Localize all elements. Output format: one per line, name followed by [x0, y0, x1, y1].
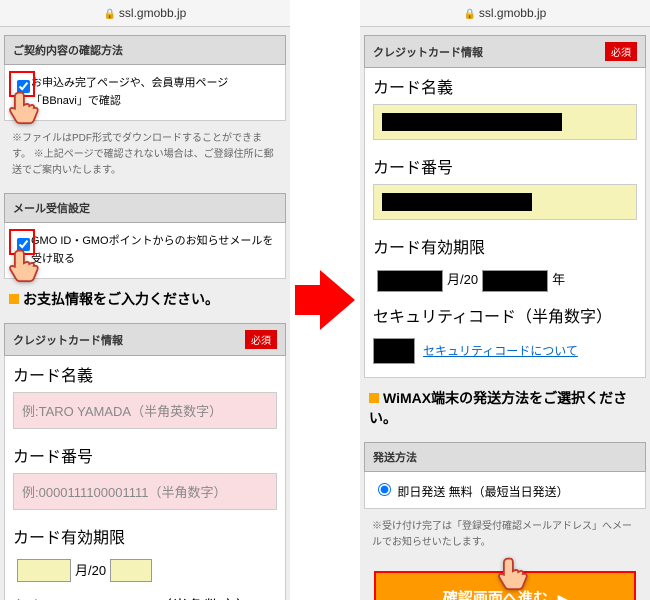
confirm-note: ※ファイルはPDF形式でダウンロードすることができます。 ※上記ページで確認され… [4, 121, 286, 189]
checkbox-confirm[interactable] [17, 80, 30, 93]
card-num-label: カード番号 [5, 437, 285, 473]
ship-option: 即日発送 無料（最短当日発送） [397, 485, 568, 499]
card-name-input[interactable] [373, 104, 637, 140]
url-bar: ssl.gmobb.jp [360, 0, 650, 27]
ship-heading: WiMAX端末の発送方法をご選択ください。 [364, 378, 646, 438]
expiry-year[interactable] [482, 270, 548, 292]
ship-header: 発送方法 [364, 442, 646, 472]
card-name-input[interactable]: 例:TARO YAMADA（半角英数字） [13, 392, 277, 429]
payment-heading: お支払情報をご入力ください。 [4, 279, 286, 319]
url-bar: ssl.gmobb.jp [0, 0, 290, 27]
submit-button[interactable]: 確認画面へ進む [374, 571, 636, 600]
checkbox-mail-label: GMO ID・GMOポイントからのお知らせメールを受け取る [31, 235, 273, 265]
expiry-label: カード有効期限 [365, 228, 645, 264]
ship-radio[interactable] [378, 483, 391, 496]
card-name-label: カード名義 [5, 356, 285, 392]
section-confirm: ご契約内容の確認方法 [4, 35, 286, 65]
section-mail: メール受信設定 [4, 193, 286, 223]
checkbox-confirm-label: お申込み完了ページや、会員専用ページ「BBnavi」で確認 [31, 77, 228, 107]
sec-label: セキュリティコード（半角数字） [5, 587, 285, 600]
sec-input[interactable] [373, 338, 415, 364]
required-badge: 必須 [245, 330, 277, 349]
expiry-month[interactable] [377, 270, 443, 292]
expiry-year[interactable] [110, 559, 152, 582]
sec-label: セキュリティコード（半角数字） [365, 297, 645, 333]
cc-header: クレジットカード情報必須 [364, 35, 646, 68]
ship-note: ※受け付け完了は「登録受付確認メールアドレス」へメールでお知らせいたします。 [364, 509, 646, 561]
sec-link[interactable]: セキュリティコードについて [423, 342, 578, 359]
card-name-label: カード名義 [365, 68, 645, 104]
expiry-label: カード有効期限 [5, 518, 285, 554]
required-badge: 必須 [605, 42, 637, 61]
expiry-month[interactable] [17, 559, 71, 582]
arrow-icon [290, 0, 360, 600]
cc-header: クレジットカード情報必須 [4, 323, 286, 356]
card-num-input[interactable] [373, 184, 637, 220]
card-num-input[interactable]: 例:0000111100001111（半角数字） [13, 473, 277, 510]
card-num-label: カード番号 [365, 148, 645, 184]
checkbox-mail[interactable] [17, 238, 30, 251]
